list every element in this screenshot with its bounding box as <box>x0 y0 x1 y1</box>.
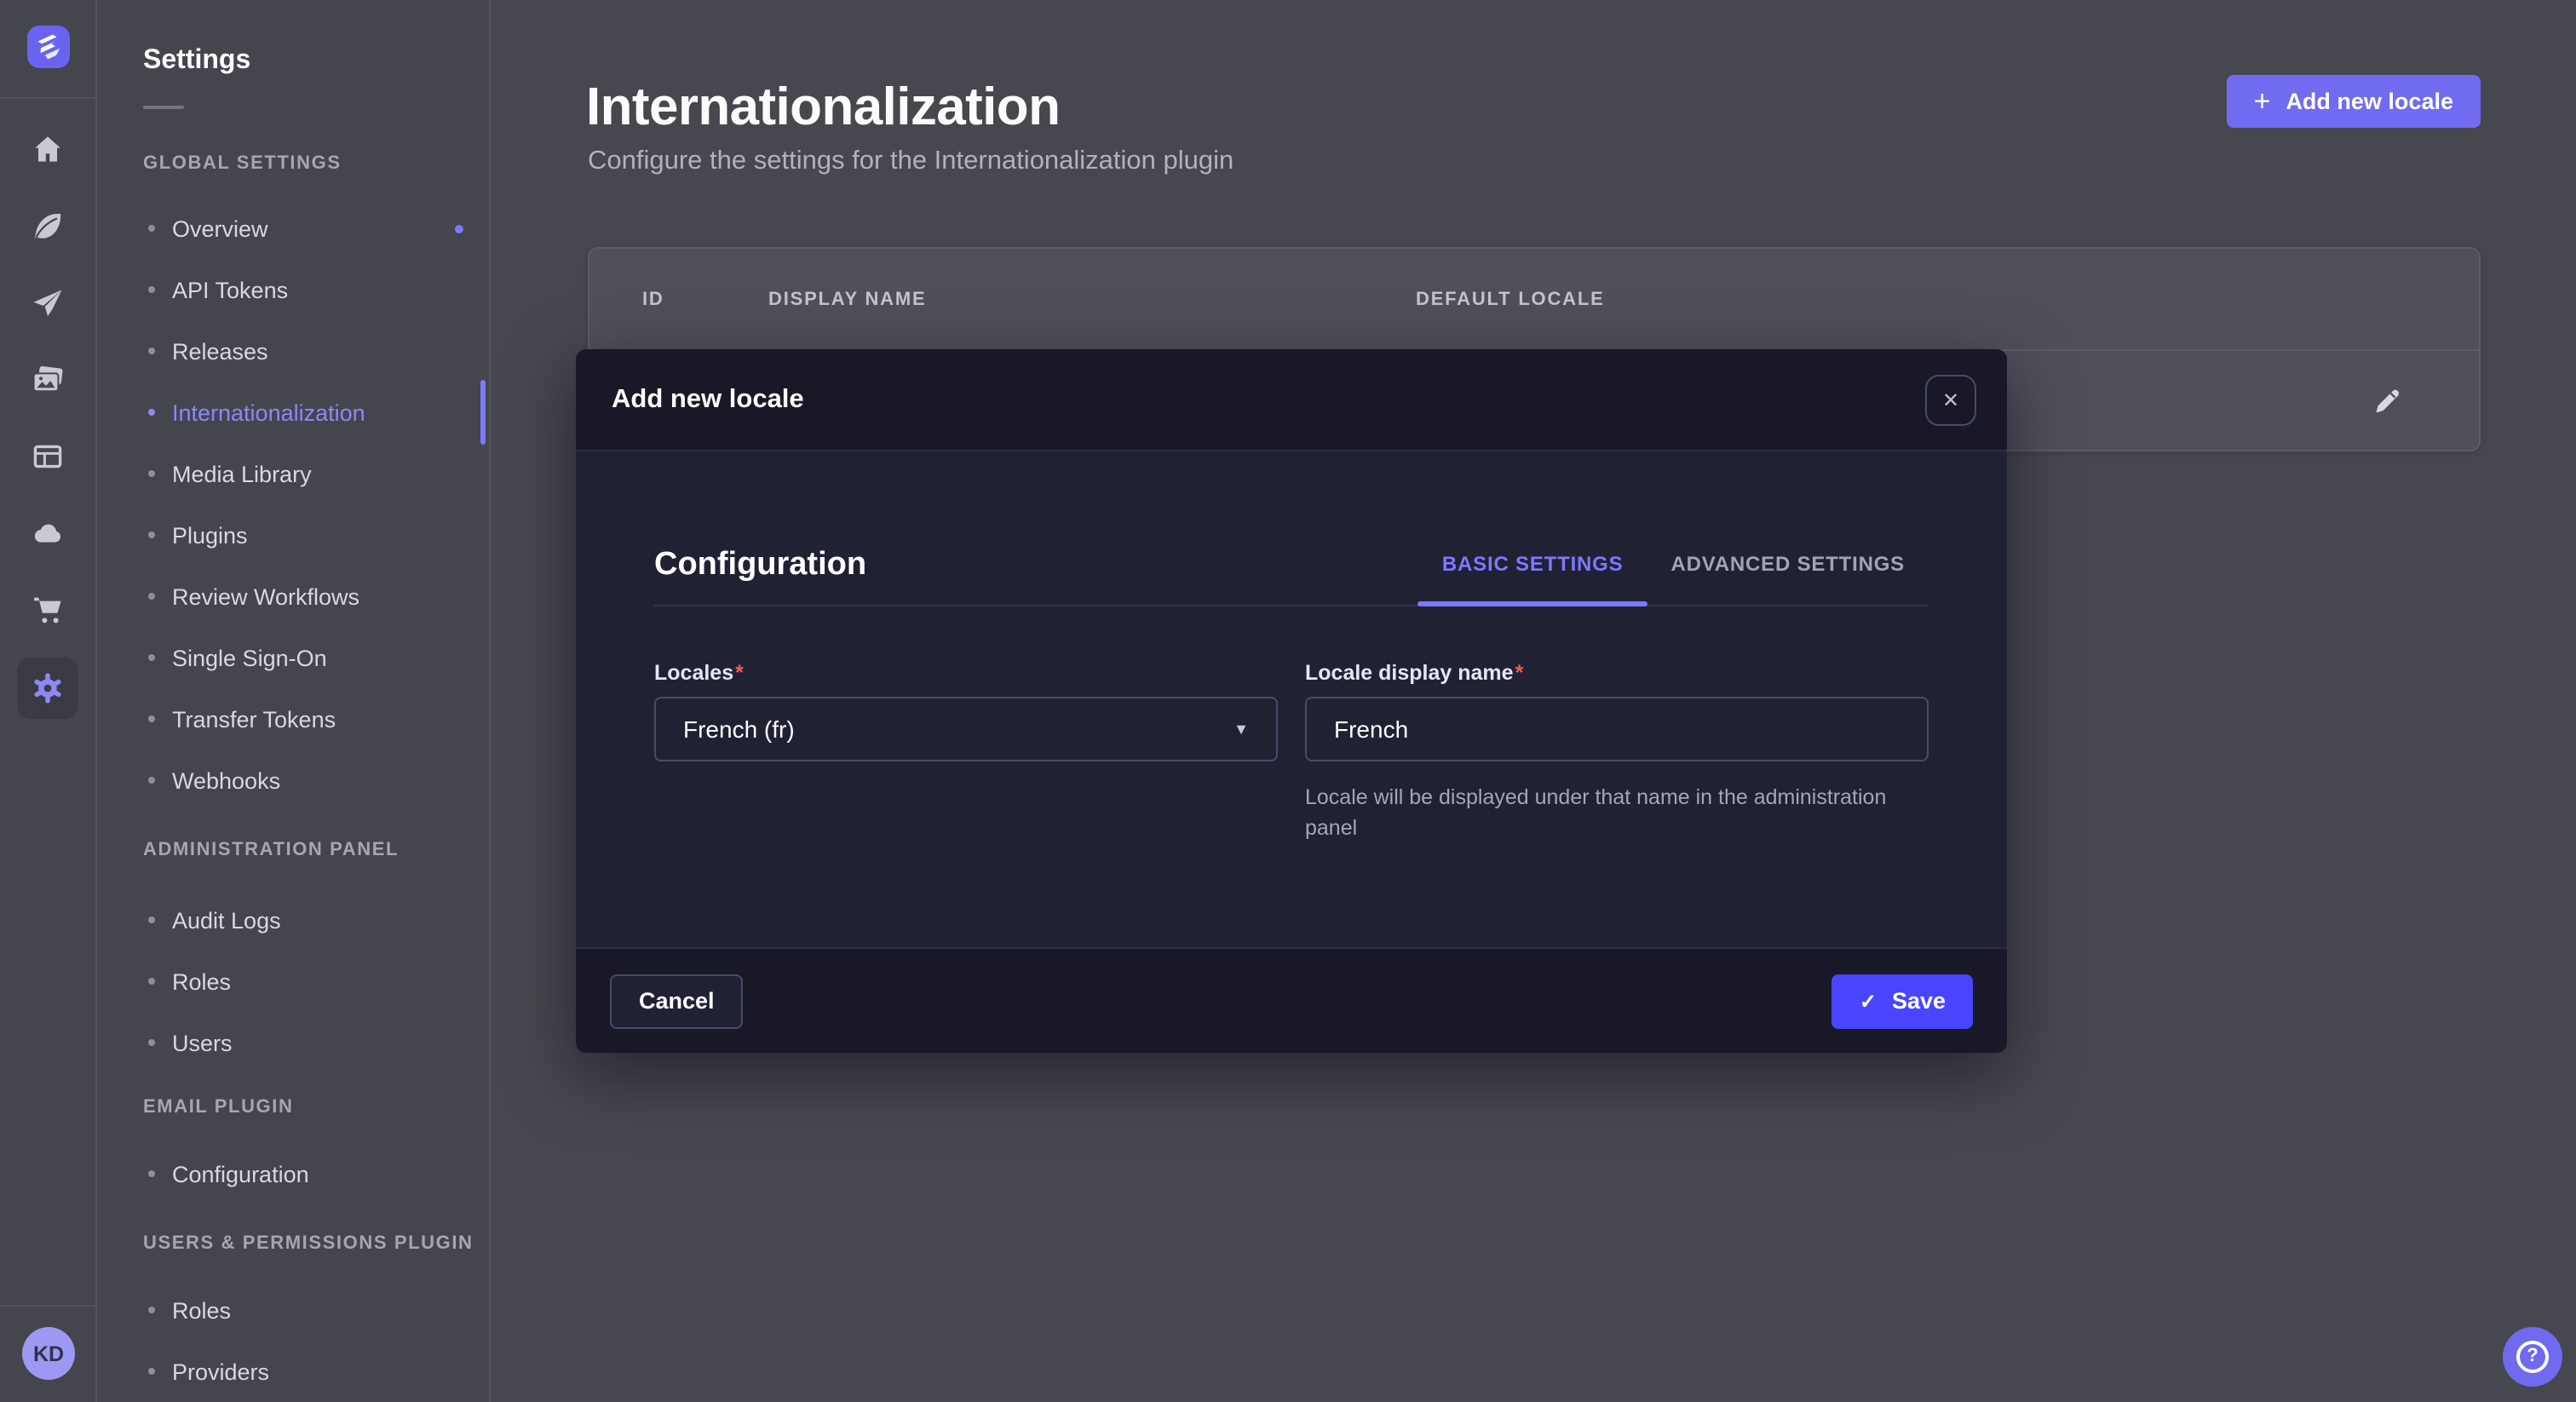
modal-title: Add new locale <box>612 384 804 415</box>
sidebar-heading-divider <box>143 106 184 109</box>
bullet-icon <box>148 593 155 600</box>
tab-basic-settings[interactable]: BASIC SETTINGS <box>1418 543 1647 605</box>
display-name-field-group: Locale display name* French Locale will … <box>1305 661 1929 843</box>
sidebar-item-admin-users[interactable]: Users <box>97 1017 489 1068</box>
bullet-icon <box>148 225 155 232</box>
user-avatar[interactable]: KD <box>22 1327 75 1380</box>
cancel-button[interactable]: Cancel <box>610 974 744 1028</box>
sidebar-item-single-sign-on[interactable]: Single Sign-On <box>97 632 489 683</box>
help-button[interactable]: ? <box>2503 1327 2562 1387</box>
sidebar-item-transfer-tokens[interactable]: Transfer Tokens <box>97 693 489 744</box>
sidebar-item-media-library[interactable]: Media Library <box>97 448 489 499</box>
bullet-icon <box>148 470 155 477</box>
required-asterisk: * <box>735 661 744 685</box>
notification-dot <box>455 225 463 233</box>
bullet-icon <box>148 409 155 416</box>
page-subtitle: Configure the settings for the Internati… <box>588 147 1233 177</box>
chevron-down-icon: ▼ <box>1233 721 1249 738</box>
section-email-plugin: EMAIL PLUGIN <box>143 1097 293 1118</box>
bullet-icon <box>148 1307 155 1313</box>
bullet-icon <box>148 978 155 985</box>
rail-bottom-divider <box>0 1305 95 1307</box>
sidebar-item-releases[interactable]: Releases <box>97 325 489 376</box>
sidebar-item-api-tokens[interactable]: API Tokens <box>97 264 489 315</box>
configuration-heading: Configuration <box>654 547 866 584</box>
layout-icon[interactable] <box>31 440 65 474</box>
sidebar-item-webhooks[interactable]: Webhooks <box>97 755 489 806</box>
bullet-icon <box>148 1039 155 1046</box>
bullet-icon <box>148 715 155 722</box>
feather-icon[interactable] <box>31 210 65 244</box>
section-global-settings: GLOBAL SETTINGS <box>143 153 342 174</box>
display-name-hint: Locale will be displayed under that name… <box>1305 784 1929 843</box>
strapi-logo[interactable] <box>27 26 70 68</box>
sidebar-item-up-roles[interactable]: Roles <box>97 1284 489 1336</box>
rail-divider <box>0 97 95 99</box>
sidebar-item-email-configuration[interactable]: Configuration <box>97 1148 489 1199</box>
sidebar-item-up-providers[interactable]: Providers <box>97 1346 489 1397</box>
settings-nav-active[interactable] <box>17 658 78 719</box>
sidebar-item-internationalization[interactable]: Internationalization <box>97 387 489 438</box>
sidebar-item-plugins[interactable]: Plugins <box>97 509 489 560</box>
bullet-icon <box>148 777 155 784</box>
bullet-icon <box>148 916 155 923</box>
main-nav-rail: KD <box>0 0 97 1402</box>
display-name-input[interactable]: French <box>1305 697 1929 761</box>
bullet-icon <box>148 286 155 293</box>
question-mark-icon: ? <box>2516 1341 2549 1373</box>
close-button[interactable]: ✕ <box>1925 374 1976 425</box>
modal-footer: Cancel ✓ Save <box>576 947 2007 1053</box>
section-users-permissions-plugin: USERS & PERMISSIONS PLUGIN <box>143 1233 474 1254</box>
sidebar-item-overview[interactable]: Overview <box>97 203 489 254</box>
tabs-divider <box>654 605 1929 606</box>
plus-icon: + <box>2254 87 2271 116</box>
locales-select[interactable]: French (fr) ▼ <box>654 697 1278 761</box>
sidebar-item-admin-roles[interactable]: Roles <box>97 956 489 1007</box>
tab-advanced-settings[interactable]: ADVANCED SETTINGS <box>1647 543 1929 605</box>
cart-icon[interactable] <box>31 593 65 627</box>
column-header-display-name: DISPLAY NAME <box>768 249 926 351</box>
bullet-icon <box>148 654 155 661</box>
settings-sidebar: Settings GLOBAL SETTINGS Overview API To… <box>97 0 491 1402</box>
save-button[interactable]: ✓ Save <box>1832 974 1973 1028</box>
close-icon: ✕ <box>1942 388 1959 411</box>
locales-label: Locales* <box>654 661 1278 685</box>
modal-header: Add new locale ✕ <box>576 349 2007 451</box>
table-header-row: ID DISPLAY NAME DEFAULT LOCALE <box>589 249 2479 351</box>
modal-body: Configuration BASIC SETTINGS ADVANCED SE… <box>576 451 2007 947</box>
sidebar-item-review-workflows[interactable]: Review Workflows <box>97 571 489 622</box>
media-gallery-icon[interactable] <box>31 363 65 397</box>
sidebar-heading: Settings <box>143 46 250 77</box>
bullet-icon <box>148 348 155 354</box>
bullet-icon <box>148 531 155 538</box>
column-header-default-locale: DEFAULT LOCALE <box>1416 249 1605 351</box>
section-administration-panel: ADMINISTRATION PANEL <box>143 840 399 860</box>
settings-tabs: BASIC SETTINGS ADVANCED SETTINGS <box>1418 543 1929 605</box>
edit-locale-button[interactable] <box>2372 385 2402 416</box>
add-locale-modal: Add new locale ✕ Configuration BASIC SET… <box>576 349 2007 1053</box>
home-icon[interactable] <box>31 133 65 167</box>
column-header-id: ID <box>642 249 664 351</box>
active-tab-indicator <box>1418 601 1647 606</box>
pencil-icon <box>2372 385 2402 416</box>
bullet-icon <box>148 1368 155 1375</box>
bullet-icon <box>148 1170 155 1177</box>
strapi-settings-app: KD Settings GLOBAL SETTINGS Overview API… <box>0 0 2576 1402</box>
cloud-icon[interactable] <box>31 516 65 550</box>
active-item-indicator <box>480 380 486 445</box>
add-new-locale-button[interactable]: + Add new locale <box>2227 75 2481 128</box>
required-asterisk: * <box>1515 661 1524 685</box>
gear-icon <box>31 671 65 705</box>
page-title: Internationalization <box>586 77 1060 138</box>
paper-plane-icon[interactable] <box>31 286 65 320</box>
locales-field-group: Locales* French (fr) ▼ <box>654 661 1278 843</box>
check-icon: ✓ <box>1860 989 1877 1013</box>
sidebar-item-audit-logs[interactable]: Audit Logs <box>97 894 489 945</box>
display-name-label: Locale display name* <box>1305 661 1929 685</box>
